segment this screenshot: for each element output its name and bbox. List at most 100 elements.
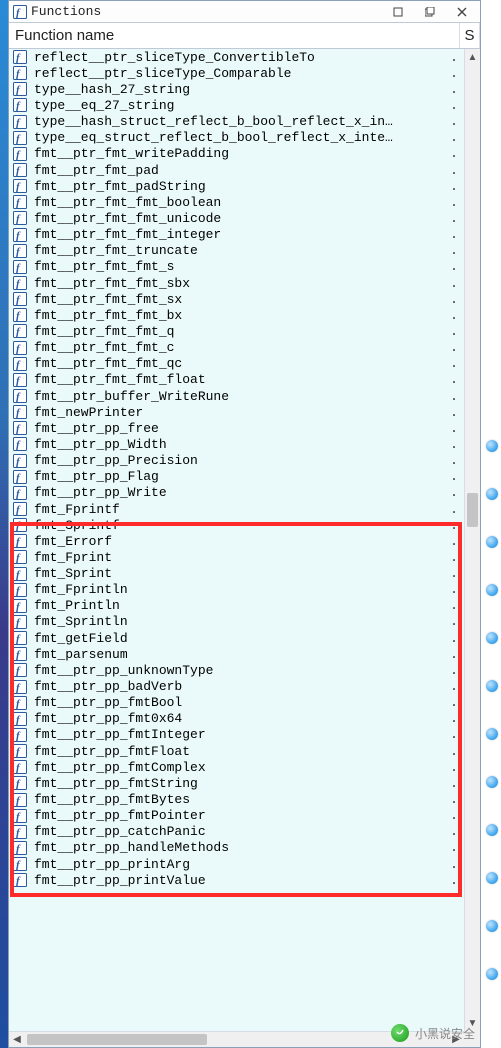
function-row[interactable]: fmt__ptr_fmt_fmt_qc. (9, 356, 464, 372)
function-row[interactable]: fmt__ptr_fmt_fmt_unicode. (9, 210, 464, 226)
column-header-function-name[interactable]: Function name (9, 23, 460, 48)
function-row[interactable]: fmt__ptr_fmt_truncate. (9, 243, 464, 259)
function-row[interactable]: type__hash_struct_reflect_b_bool_reflect… (9, 114, 464, 130)
indicator-dot (486, 872, 498, 884)
function-row[interactable]: fmt__ptr_pp_fmtString. (9, 775, 464, 791)
function-icon (12, 728, 28, 742)
function-name: fmt__ptr_fmt_fmt_q (34, 324, 447, 339)
function-row[interactable]: fmt__ptr_pp_handleMethods. (9, 840, 464, 856)
function-row[interactable]: reflect__ptr_sliceType_ConvertibleTo. (9, 49, 464, 65)
function-segment: . (447, 534, 461, 549)
column-header-segment[interactable]: S (460, 23, 480, 48)
scroll-left-arrow-icon[interactable]: ◀ (9, 1032, 25, 1047)
indicator-dot (486, 968, 498, 980)
function-row[interactable]: fmt_Fprintln. (9, 582, 464, 598)
panel-titlebar[interactable]: Functions (9, 1, 480, 23)
function-row[interactable]: fmt__ptr_fmt_writePadding. (9, 146, 464, 162)
restore-button[interactable] (416, 3, 444, 21)
function-row[interactable]: fmt_Fprintf. (9, 501, 464, 517)
function-row[interactable]: fmt_parsenum. (9, 646, 464, 662)
function-row[interactable]: fmt_Fprint. (9, 549, 464, 565)
function-segment: . (447, 711, 461, 726)
function-icon (12, 437, 28, 451)
function-row[interactable]: fmt__ptr_fmt_fmt_c. (9, 340, 464, 356)
function-name: fmt_parsenum (34, 647, 447, 662)
function-row[interactable]: type__eq_struct_reflect_b_bool_reflect_x… (9, 130, 464, 146)
function-row[interactable]: fmt__ptr_pp_fmtPointer. (9, 808, 464, 824)
function-row[interactable]: fmt__ptr_fmt_pad. (9, 162, 464, 178)
function-row[interactable]: fmt__ptr_pp_Write. (9, 485, 464, 501)
function-row[interactable]: fmt__ptr_fmt_fmt_float. (9, 372, 464, 388)
function-row[interactable]: fmt_newPrinter. (9, 404, 464, 420)
function-segment: . (447, 776, 461, 791)
function-icon (12, 696, 28, 710)
function-row[interactable]: fmt_Sprintln. (9, 614, 464, 630)
hscroll-thumb[interactable] (27, 1034, 207, 1045)
scrollbar-corner (464, 1031, 480, 1047)
functions-list[interactable]: reflect__ptr_sliceType_ConvertibleTo.ref… (9, 49, 464, 1047)
function-segment: . (447, 437, 461, 452)
function-row[interactable]: fmt__ptr_pp_badVerb. (9, 678, 464, 694)
function-row[interactable]: fmt__ptr_pp_fmt0x64. (9, 711, 464, 727)
function-row[interactable]: fmt__ptr_pp_Width. (9, 436, 464, 452)
function-row[interactable]: fmt__ptr_pp_printValue. (9, 872, 464, 888)
function-segment: . (447, 598, 461, 613)
scroll-down-arrow-icon[interactable]: ▼ (465, 1015, 480, 1031)
function-row[interactable]: fmt__ptr_fmt_fmt_s. (9, 259, 464, 275)
function-icon (12, 389, 28, 403)
function-icon (12, 857, 28, 871)
function-row[interactable]: fmt__ptr_pp_fmtBytes. (9, 791, 464, 807)
function-icon (12, 744, 28, 758)
function-row[interactable]: fmt_Sprint. (9, 566, 464, 582)
function-segment: . (447, 259, 461, 274)
function-row[interactable]: fmt__ptr_buffer_WriteRune. (9, 388, 464, 404)
function-row[interactable]: fmt_Println. (9, 598, 464, 614)
scroll-thumb[interactable] (467, 493, 478, 527)
function-row[interactable]: fmt__ptr_fmt_fmt_integer. (9, 227, 464, 243)
function-row[interactable]: fmt__ptr_fmt_fmt_sx. (9, 291, 464, 307)
function-segment: . (447, 195, 461, 210)
function-row[interactable]: fmt__ptr_fmt_fmt_bx. (9, 307, 464, 323)
function-name: fmt__ptr_pp_fmtString (34, 776, 447, 791)
function-name: fmt__ptr_pp_fmtInteger (34, 727, 447, 742)
function-row[interactable]: fmt__ptr_fmt_fmt_q. (9, 323, 464, 339)
function-row[interactable]: fmt__ptr_pp_fmtComplex. (9, 759, 464, 775)
scroll-right-arrow-icon[interactable]: ▶ (448, 1032, 464, 1047)
function-icon (12, 131, 28, 145)
vertical-scrollbar[interactable]: ▲ ▼ (464, 49, 480, 1031)
scroll-up-arrow-icon[interactable]: ▲ (465, 49, 480, 65)
function-row[interactable]: fmt__ptr_fmt_fmt_boolean. (9, 194, 464, 210)
minimize-button[interactable] (384, 3, 412, 21)
function-row[interactable]: fmt__ptr_pp_unknownType. (9, 662, 464, 678)
function-row[interactable]: fmt__ptr_fmt_padString. (9, 178, 464, 194)
function-icon (12, 66, 28, 80)
indicator-dot (486, 632, 498, 644)
function-row[interactable]: reflect__ptr_sliceType_Comparable. (9, 65, 464, 81)
function-row[interactable]: fmt__ptr_pp_catchPanic. (9, 824, 464, 840)
function-row[interactable]: fmt_Errorf. (9, 533, 464, 549)
function-segment: . (447, 824, 461, 839)
function-row[interactable]: fmt_Sprintf. (9, 517, 464, 533)
function-name: fmt__ptr_fmt_fmt_boolean (34, 195, 447, 210)
function-row[interactable]: fmt__ptr_pp_free. (9, 420, 464, 436)
function-icon (12, 647, 28, 661)
function-row[interactable]: fmt_getField. (9, 630, 464, 646)
function-name: fmt__ptr_fmt_writePadding (34, 146, 447, 161)
function-row[interactable]: fmt__ptr_pp_printArg. (9, 856, 464, 872)
function-row[interactable]: fmt__ptr_pp_Precision. (9, 453, 464, 469)
function-row[interactable]: fmt__ptr_pp_fmtFloat. (9, 743, 464, 759)
horizontal-scrollbar[interactable]: ◀ ▶ (9, 1031, 464, 1047)
function-segment: . (447, 502, 461, 517)
function-name: fmt__ptr_pp_catchPanic (34, 824, 447, 839)
function-row[interactable]: fmt__ptr_pp_Flag. (9, 469, 464, 485)
function-name: fmt__ptr_fmt_fmt_float (34, 372, 447, 387)
indicator-dot (486, 680, 498, 692)
function-row[interactable]: type__hash_27_string. (9, 81, 464, 97)
function-row[interactable]: fmt__ptr_pp_fmtBool. (9, 695, 464, 711)
close-button[interactable] (448, 3, 476, 21)
scroll-track[interactable] (465, 65, 480, 1015)
function-row[interactable]: fmt__ptr_pp_fmtInteger. (9, 727, 464, 743)
function-row[interactable]: fmt__ptr_fmt_fmt_sbx. (9, 275, 464, 291)
function-row[interactable]: type__eq_27_string. (9, 97, 464, 113)
function-icon (12, 518, 28, 532)
